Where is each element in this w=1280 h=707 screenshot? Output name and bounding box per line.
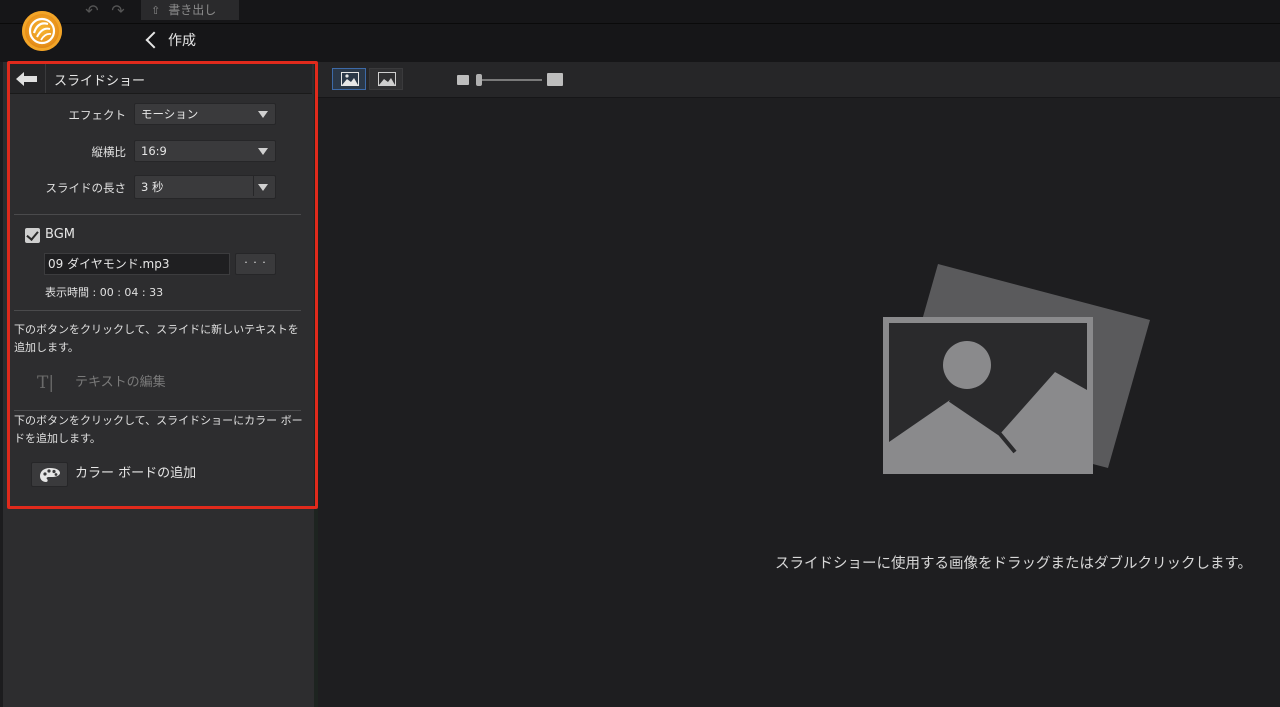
effect-value: モーション	[141, 107, 199, 121]
back-to-create-button[interactable]: 作成	[142, 28, 196, 52]
duration-value: 3 秒	[141, 180, 164, 194]
upload-icon: ⇧	[151, 4, 161, 17]
add-color-board-button[interactable]	[31, 462, 68, 487]
aspect-label: 縦横比	[91, 145, 127, 159]
divider	[14, 410, 301, 411]
duration-select[interactable]: 3 秒	[134, 175, 276, 199]
text-help: 下のボタンをクリックして、スライドに新しいテキストを追加します。	[14, 323, 299, 354]
chevron-down-icon	[258, 148, 268, 155]
drop-hint-text: スライドショーに使用する画像をドラッグまたはダブルクリックします。	[775, 556, 1253, 572]
add-color-board-label[interactable]: カラー ボードの追加	[75, 462, 196, 481]
chevron-down-icon	[258, 111, 268, 118]
bgm-file-field[interactable]: 09 ダイヤモンド.mp3	[44, 253, 230, 275]
top-bar-divider	[0, 23, 1280, 24]
palette-icon	[40, 468, 60, 482]
empty-photos-icon	[883, 264, 1150, 474]
effect-select[interactable]: モーション	[134, 103, 276, 125]
duration-label: スライドの長さ	[45, 181, 127, 195]
divider	[14, 214, 301, 215]
grid-view-button[interactable]	[332, 68, 366, 90]
panel-header: スライドショー	[10, 64, 312, 94]
undo-icon[interactable]: ↶	[82, 2, 102, 20]
panel-back-button[interactable]	[10, 64, 46, 93]
thumbnail-grid-icon	[341, 72, 359, 86]
aspect-select[interactable]: 16:9	[134, 140, 276, 162]
bgm-label: BGM	[45, 227, 75, 242]
chevron-left-icon	[142, 28, 160, 52]
redo-icon[interactable]: ↷	[108, 2, 128, 20]
export-label: 書き出し	[168, 3, 217, 17]
divider	[14, 310, 301, 311]
bgm-checkbox[interactable]	[25, 228, 40, 243]
text-edit-icon[interactable]: T|	[31, 371, 67, 395]
bgm-display-time: 表示時間 : 00 : 04 : 33	[45, 286, 164, 299]
back-label: 作成	[168, 33, 196, 49]
export-button[interactable]: ⇧ 書き出し	[141, 0, 239, 20]
bgm-browse-button[interactable]: · · ·	[235, 253, 276, 275]
zoom-out-icon[interactable]	[457, 75, 469, 85]
chevron-down-icon	[258, 184, 268, 191]
zoom-in-icon[interactable]	[547, 73, 563, 86]
zoom-slider-handle[interactable]	[476, 74, 482, 86]
single-view-button[interactable]	[369, 68, 403, 90]
arrow-left-icon	[16, 72, 37, 86]
text-edit-label[interactable]: テキストの編集	[75, 371, 166, 390]
image-icon	[378, 72, 396, 86]
app-logo-icon	[22, 11, 62, 51]
zoom-slider-track[interactable]	[478, 79, 542, 81]
aspect-value: 16:9	[141, 144, 167, 158]
color-help: 下のボタンをクリックして、スライドショーにカラー ボードを追加します。	[14, 414, 303, 445]
effect-label: エフェクト	[68, 108, 127, 122]
panel-title: スライドショー	[54, 74, 146, 89]
